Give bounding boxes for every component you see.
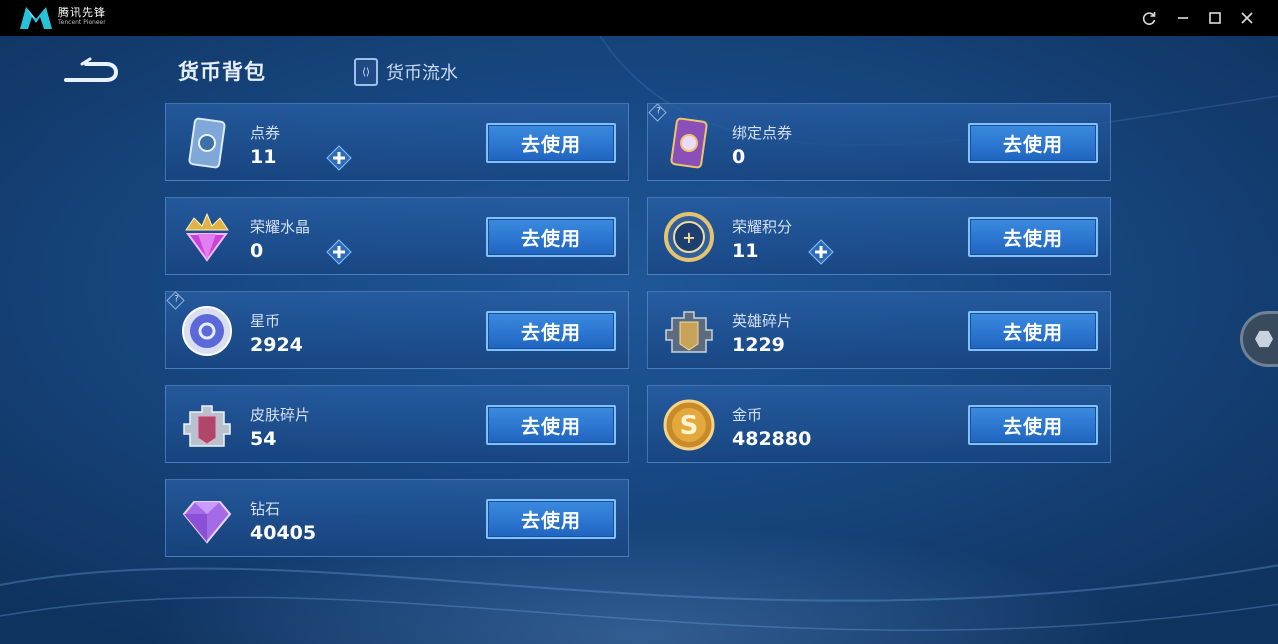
currency-card-ticket: 点券 11 去使用: [165, 103, 629, 181]
use-hero-fragment-button[interactable]: 去使用: [968, 311, 1098, 351]
add-glory-crystal-button[interactable]: [326, 239, 352, 265]
hero-fragment-icon: [665, 311, 713, 353]
use-star-coin-button[interactable]: 去使用: [486, 311, 616, 351]
use-diamond-button[interactable]: 去使用: [486, 499, 616, 539]
glory-crystal-icon: [185, 212, 229, 262]
close-icon[interactable]: [1234, 6, 1260, 30]
currency-value: 0: [250, 240, 264, 262]
use-gold-coin-button[interactable]: 去使用: [968, 405, 1098, 445]
currency-value: 1229: [732, 334, 785, 356]
currency-name: 荣耀水晶: [250, 218, 311, 236]
currency-value: 54: [250, 428, 277, 450]
currency-name: 绑定点券: [732, 124, 793, 142]
currency-card-hero-fragment: 英雄碎片 1229 去使用: [647, 291, 1111, 369]
use-skin-fragment-button[interactable]: 去使用: [486, 405, 616, 445]
minimize-icon[interactable]: [1170, 6, 1196, 30]
currency-value: 2924: [250, 334, 303, 356]
currency-card-glory-crystal: 荣耀水晶 0 去使用: [165, 197, 629, 275]
currency-value: 11: [732, 240, 759, 262]
use-ticket-button[interactable]: 去使用: [486, 123, 616, 163]
star-coin-icon: [182, 306, 232, 356]
tab-currency-flow[interactable]: ⟨⟩ 货币流水: [354, 58, 458, 86]
currency-value: 11: [250, 146, 277, 168]
currency-name: 皮肤碎片: [250, 406, 311, 424]
skin-fragment-icon: [183, 405, 231, 447]
tab-currency-backpack[interactable]: 货币背包: [178, 56, 266, 86]
brand-name: 腾讯先锋 Tencent Pioneer: [58, 7, 106, 27]
currency-value: 40405: [250, 522, 317, 544]
bound-ticket-icon: [670, 117, 708, 169]
ticket-icon: [188, 117, 226, 169]
add-glory-points-button[interactable]: [808, 239, 834, 265]
game-viewport: 货币背包 ⟨⟩ 货币流水 点券 11 去使用 ? 绑定点券 0 去使用 荣耀水晶…: [0, 36, 1278, 644]
use-glory-points-button[interactable]: 去使用: [968, 217, 1098, 257]
window-titlebar: 腾讯先锋 Tencent Pioneer: [0, 0, 1278, 36]
tencent-pioneer-logo: [20, 7, 52, 29]
currency-value: 0: [732, 146, 746, 168]
currency-name: 金币: [732, 406, 763, 424]
currency-card-gold-coin: S 金币 482880 去使用: [647, 385, 1111, 463]
brand-cn: 腾讯先锋: [58, 6, 106, 19]
currency-name: 钻石: [250, 500, 281, 518]
glory-points-icon: +: [664, 212, 714, 262]
svg-text:+: +: [682, 228, 695, 247]
brand-en: Tencent Pioneer: [58, 19, 106, 26]
diamond-icon: [182, 501, 232, 544]
back-arrow-icon[interactable]: [60, 56, 120, 86]
add-ticket-button[interactable]: [326, 145, 352, 171]
currency-card-skin-fragment: 皮肤碎片 54 去使用: [165, 385, 629, 463]
currency-name: 点券: [250, 124, 281, 142]
tab-currency-flow-label: 货币流水: [386, 63, 458, 84]
gold-coin-icon: S: [663, 399, 715, 451]
maximize-icon[interactable]: [1202, 6, 1228, 30]
flow-icon: ⟨⟩: [354, 58, 378, 86]
currency-value: 482880: [732, 428, 812, 450]
currency-card-glory-points: + 荣耀积分 11 去使用: [647, 197, 1111, 275]
use-glory-crystal-button[interactable]: 去使用: [486, 217, 616, 257]
refresh-icon[interactable]: [1136, 6, 1162, 30]
currency-name: 星币: [250, 312, 281, 330]
use-bound-ticket-button[interactable]: 去使用: [968, 123, 1098, 163]
hexagon-icon: [1255, 330, 1273, 348]
currency-name: 英雄碎片: [732, 312, 793, 330]
currency-name: 荣耀积分: [732, 218, 793, 236]
currency-card-diamond: 钻石 40405 去使用: [165, 479, 629, 557]
currency-card-bound-ticket: ? 绑定点券 0 去使用: [647, 103, 1111, 181]
currency-card-star-coin: ? 星币 2924 去使用: [165, 291, 629, 369]
svg-text:S: S: [680, 411, 699, 441]
